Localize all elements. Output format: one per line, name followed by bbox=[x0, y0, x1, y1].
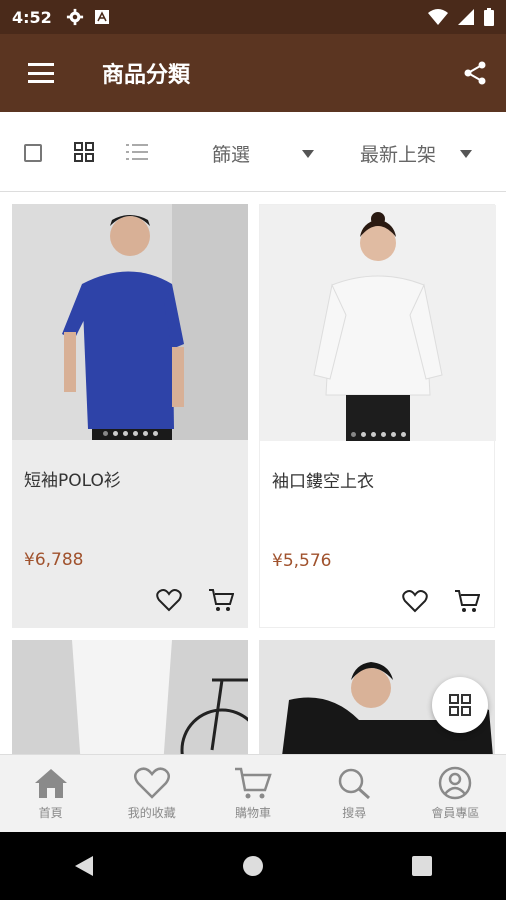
filter-dropdown[interactable]: 篩選 bbox=[212, 140, 315, 167]
grid-view-icon[interactable] bbox=[74, 142, 94, 162]
cart-icon bbox=[235, 767, 272, 799]
model-image bbox=[260, 205, 496, 441]
status-time: 4:52 bbox=[12, 7, 52, 27]
search-icon bbox=[338, 768, 371, 800]
heart-icon[interactable] bbox=[156, 588, 182, 612]
product-price: ¥6,788 bbox=[24, 550, 84, 570]
nav-member[interactable]: 會員專區 bbox=[405, 755, 506, 832]
filter-label: 篩選 bbox=[212, 144, 251, 166]
list-view-icon[interactable] bbox=[126, 142, 148, 162]
back-icon[interactable] bbox=[73, 854, 95, 878]
gear-icon bbox=[66, 8, 83, 26]
product-name[interactable]: 短袖POLO衫 bbox=[24, 466, 121, 491]
nav-cart[interactable]: 購物車 bbox=[202, 755, 303, 832]
product-photo[interactable] bbox=[260, 205, 496, 441]
home-circle-icon[interactable] bbox=[242, 855, 264, 877]
sort-label: 最新上架 bbox=[360, 144, 437, 166]
image-pager-dots bbox=[260, 432, 496, 437]
product-grid: 短袖POLO衫 ¥6,788 袖口鏤空上衣 ¥5,576 bbox=[0, 192, 506, 754]
model-image bbox=[12, 204, 248, 440]
battery-icon bbox=[484, 8, 494, 26]
nav-search[interactable]: 搜尋 bbox=[304, 755, 405, 832]
heart-icon[interactable] bbox=[402, 589, 428, 613]
filter-toolbar: 篩選 最新上架 bbox=[0, 112, 506, 192]
model-image bbox=[12, 640, 264, 754]
image-pager-dots bbox=[12, 431, 248, 436]
bottom-navigation: 首頁 我的收藏 購物車 搜尋 會員專區 bbox=[0, 754, 506, 832]
menu-icon[interactable] bbox=[28, 63, 54, 83]
signal-icon bbox=[458, 9, 474, 25]
chevron-down-icon bbox=[460, 149, 473, 158]
chevron-down-icon bbox=[302, 149, 315, 158]
nav-label: 搜尋 bbox=[342, 806, 367, 820]
product-card[interactable]: 短袖POLO衫 ¥6,788 bbox=[12, 204, 248, 628]
product-photo[interactable] bbox=[12, 204, 248, 440]
select-all-checkbox[interactable] bbox=[24, 144, 42, 162]
product-name[interactable]: 袖口鏤空上衣 bbox=[272, 467, 374, 492]
cart-icon[interactable] bbox=[208, 588, 234, 612]
status-bar: 4:52 bbox=[0, 0, 506, 34]
nav-home[interactable]: 首頁 bbox=[0, 755, 101, 832]
nav-favorites[interactable]: 我的收藏 bbox=[101, 755, 202, 832]
grid-icon bbox=[449, 694, 471, 716]
nav-label: 我的收藏 bbox=[127, 806, 176, 820]
cart-icon[interactable] bbox=[454, 589, 480, 613]
product-card[interactable] bbox=[12, 640, 264, 754]
nav-label: 會員專區 bbox=[431, 806, 480, 820]
wifi-icon bbox=[428, 9, 448, 25]
app-bar: 商品分類 bbox=[0, 34, 506, 112]
page-title: 商品分類 bbox=[102, 63, 191, 88]
home-icon bbox=[34, 769, 67, 798]
notification-icon bbox=[94, 10, 109, 24]
system-navigation-bar bbox=[0, 832, 506, 900]
recents-icon[interactable] bbox=[411, 855, 433, 877]
product-card[interactable]: 袖口鏤空上衣 ¥5,576 bbox=[259, 204, 496, 628]
category-fab-button[interactable] bbox=[432, 677, 488, 733]
nav-label: 首頁 bbox=[38, 806, 63, 820]
sort-dropdown[interactable]: 最新上架 bbox=[360, 140, 473, 167]
product-price: ¥5,576 bbox=[272, 551, 332, 571]
heart-icon bbox=[133, 767, 170, 799]
user-icon bbox=[439, 766, 472, 800]
share-icon[interactable] bbox=[462, 60, 488, 86]
nav-label: 購物車 bbox=[235, 806, 272, 820]
